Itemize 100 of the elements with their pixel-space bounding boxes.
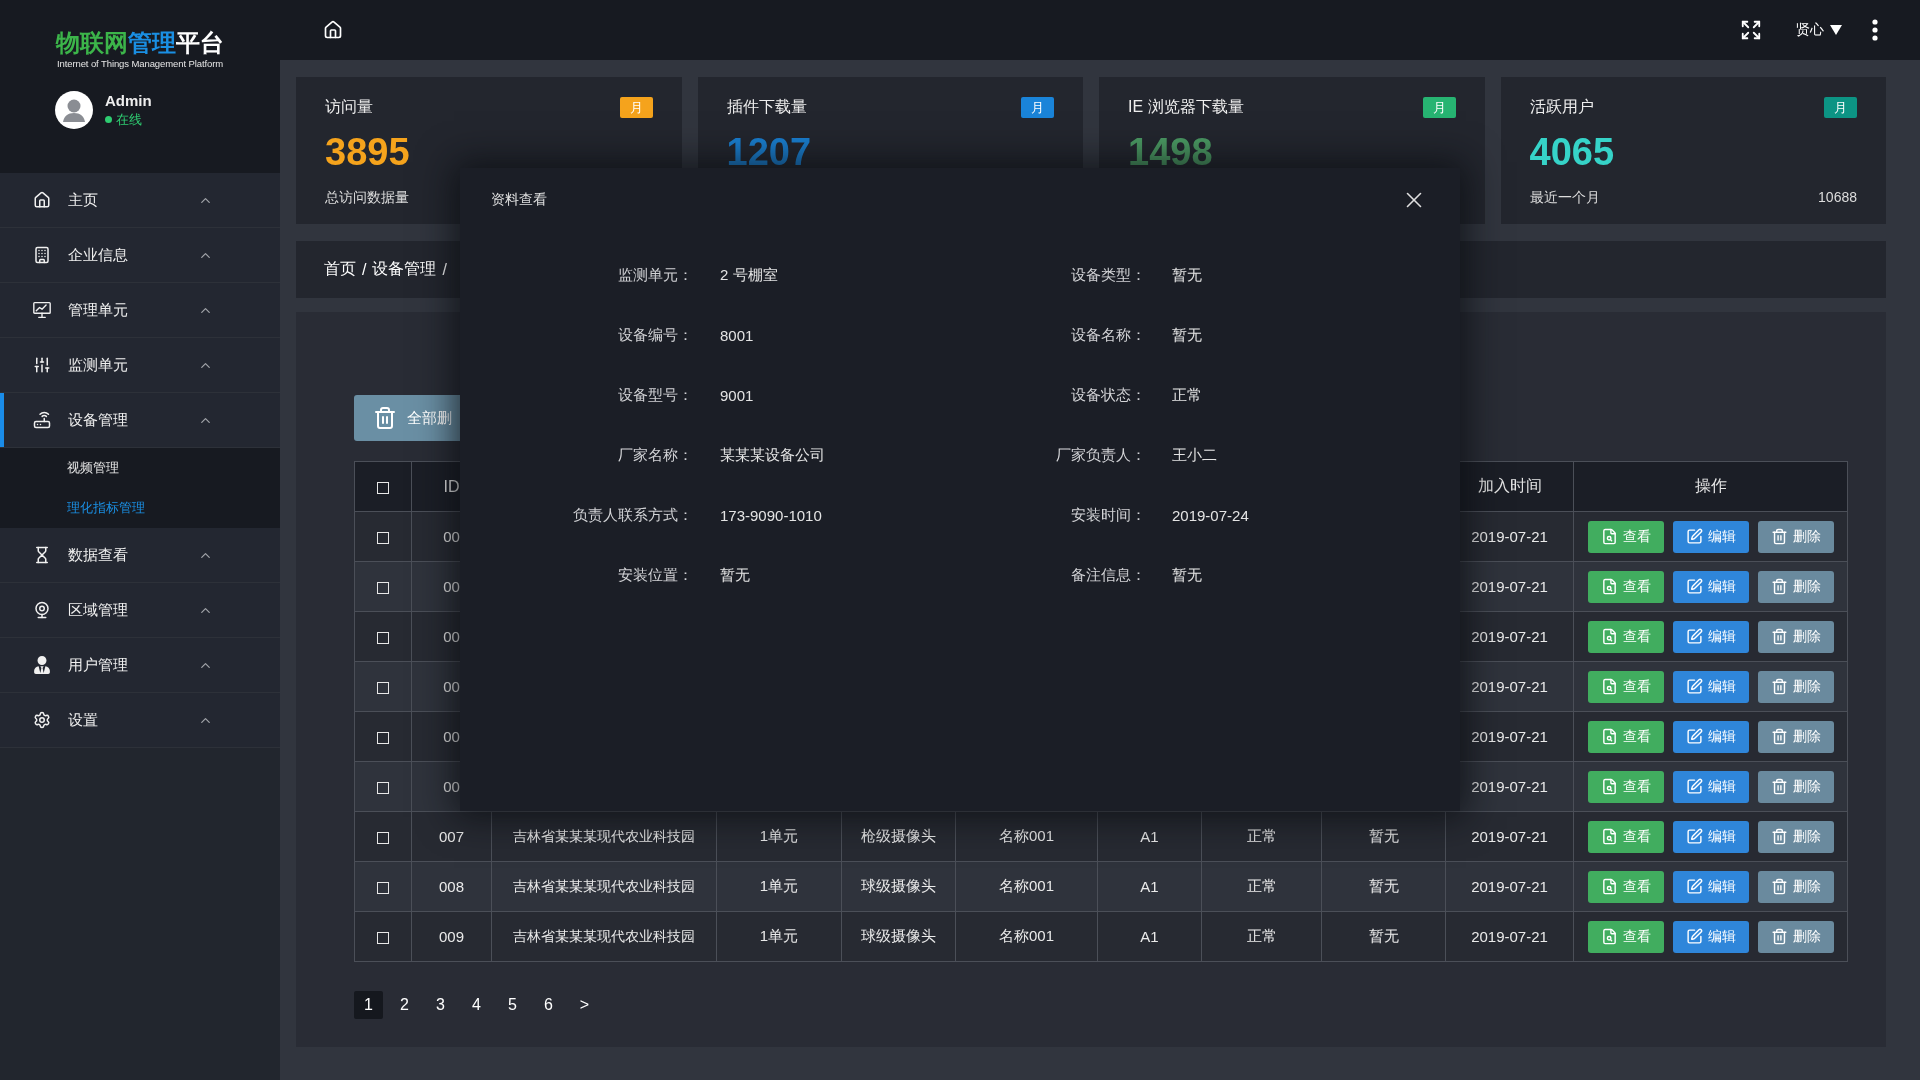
date-text: 2019-07-21 <box>1471 728 1548 745</box>
field-label: 厂家负责人： <box>1056 445 1146 465</box>
sliders-icon <box>33 356 51 374</box>
breadcrumb-separator: / <box>362 260 367 279</box>
user-name: Admin <box>105 91 152 109</box>
delete-button[interactable]: 删除 <box>1757 770 1834 803</box>
unit-code-text: A1 <box>1140 928 1159 945</box>
view-button[interactable]: 查看 <box>1587 520 1664 553</box>
field-label: 安装位置： <box>618 565 693 585</box>
select-all-checkbox[interactable] <box>377 482 389 495</box>
stat-value: 1498 <box>1128 137 1213 168</box>
trash-icon <box>1770 828 1788 845</box>
router-icon <box>33 411 51 429</box>
view-button[interactable]: 查看 <box>1587 920 1664 953</box>
avatar-icon <box>55 91 93 129</box>
unit-code-text: A1 <box>1140 828 1159 845</box>
view-button[interactable]: 查看 <box>1587 620 1664 653</box>
page-button[interactable]: 2 <box>390 991 419 1019</box>
page-button[interactable]: 6 <box>534 991 563 1019</box>
page-button[interactable]: 5 <box>498 991 527 1019</box>
id-text: 009 <box>439 928 464 945</box>
company-text: 吉林省某某某现代农业科技园 <box>513 878 695 894</box>
row-checkbox[interactable] <box>377 782 389 795</box>
next-page-button[interactable]: > <box>570 991 599 1019</box>
more-button[interactable] <box>1872 19 1878 41</box>
unit-text: 1单元 <box>759 877 799 894</box>
edit-button[interactable]: 编辑 <box>1672 820 1749 853</box>
trash-icon <box>1770 678 1788 695</box>
field-label: 监测单元： <box>618 265 693 285</box>
delete-button[interactable]: 删除 <box>1757 870 1834 903</box>
field-value: 173-9090-1010 <box>720 506 822 524</box>
delete-button[interactable]: 删除 <box>1757 920 1834 953</box>
field-value: 2 号棚室 <box>720 265 778 285</box>
date-text: 2019-07-21 <box>1471 828 1548 845</box>
submenu-item[interactable]: 视频管理 <box>0 448 280 488</box>
delete-button[interactable]: 删除 <box>1757 570 1834 603</box>
view-button[interactable]: 查看 <box>1587 820 1664 853</box>
delete-button[interactable]: 删除 <box>1757 520 1834 553</box>
trash-icon <box>1770 728 1788 745</box>
delete-button[interactable]: 删除 <box>1757 820 1834 853</box>
row-checkbox[interactable] <box>377 932 389 945</box>
row-checkbox[interactable] <box>377 632 389 645</box>
maker-text: 暂无 <box>1368 877 1399 894</box>
maker-text: 暂无 <box>1368 827 1399 844</box>
edit-button[interactable]: 编辑 <box>1672 570 1749 603</box>
date-text: 2019-07-21 <box>1471 778 1548 795</box>
file-search-icon <box>1600 678 1618 695</box>
view-button[interactable]: 查看 <box>1587 670 1664 703</box>
field-label: 设备状态： <box>1071 385 1146 405</box>
page-button[interactable]: 4 <box>462 991 491 1019</box>
breadcrumb-link[interactable]: 设备管理 <box>372 259 437 280</box>
maker-text: 暂无 <box>1368 927 1399 944</box>
field-label: 设备编号： <box>618 325 693 345</box>
row-checkbox[interactable] <box>377 682 389 695</box>
edit-button[interactable]: 编辑 <box>1672 620 1749 653</box>
card-caption: 总访问数据量 <box>325 188 409 207</box>
building-icon <box>33 246 51 264</box>
status-text: 正常 <box>1246 877 1277 894</box>
row-checkbox[interactable] <box>377 732 389 745</box>
view-button[interactable]: 查看 <box>1587 720 1664 753</box>
user-menu[interactable]: 贤心 <box>1796 21 1842 39</box>
field-label: 备注信息： <box>1071 565 1146 585</box>
status-text: 正常 <box>1246 827 1277 844</box>
row-checkbox[interactable] <box>377 582 389 595</box>
submenu-item[interactable]: 理化指标管理 <box>0 488 280 528</box>
more-vertical-icon <box>1872 19 1878 41</box>
page-button[interactable]: 1 <box>354 991 383 1019</box>
column-header: ID <box>443 477 460 495</box>
breadcrumb-link[interactable]: 首页 <box>324 259 356 280</box>
delete-button[interactable]: 删除 <box>1757 620 1834 653</box>
caret-down-icon <box>1830 25 1842 35</box>
home-icon <box>323 20 343 40</box>
sidebar-item[interactable]: 设备管理 <box>0 393 280 448</box>
edit-button[interactable]: 编辑 <box>1672 520 1749 553</box>
page-button[interactable]: 3 <box>426 991 455 1019</box>
edit-button[interactable]: 编辑 <box>1672 770 1749 803</box>
edit-button[interactable]: 编辑 <box>1672 670 1749 703</box>
row-checkbox[interactable] <box>377 882 389 895</box>
edit-button[interactable]: 编辑 <box>1672 920 1749 953</box>
device-type-text: 枪级摄像头 <box>861 827 936 844</box>
home-button[interactable] <box>323 20 343 40</box>
edit-button[interactable]: 编辑 <box>1672 720 1749 753</box>
fullscreen-button[interactable] <box>1740 19 1762 41</box>
field-label: 设备类型： <box>1071 265 1146 285</box>
delete-button[interactable]: 删除 <box>1757 720 1834 753</box>
trash-icon <box>1770 928 1788 945</box>
view-button[interactable]: 查看 <box>1587 870 1664 903</box>
view-button[interactable]: 查看 <box>1587 570 1664 603</box>
row-checkbox[interactable] <box>377 532 389 545</box>
id-text: 00 <box>443 678 460 695</box>
delete-button[interactable]: 删除 <box>1757 670 1834 703</box>
device-name-text: 名称001 <box>999 827 1054 844</box>
stat-value: 3895 <box>325 137 410 168</box>
file-search-icon <box>1600 828 1618 845</box>
view-button[interactable]: 查看 <box>1587 770 1664 803</box>
field-label: 安装时间： <box>1071 505 1146 525</box>
file-search-icon <box>1600 628 1618 645</box>
hourglass-icon <box>33 546 51 564</box>
edit-button[interactable]: 编辑 <box>1672 870 1749 903</box>
row-checkbox[interactable] <box>377 832 389 845</box>
